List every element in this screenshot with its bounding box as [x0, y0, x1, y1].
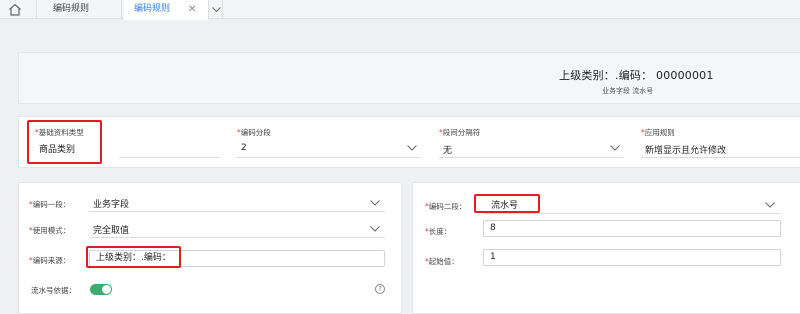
tab-code-rule-active[interactable]: 编码规则 ✕ — [124, 0, 208, 20]
usage-mode-select[interactable]: 完全取值 — [93, 223, 129, 236]
start-value-input[interactable]: 1 — [483, 249, 781, 266]
start-value-label: *起始值： — [425, 257, 459, 266]
segment-one-select[interactable]: 业务字段 — [93, 197, 129, 210]
apply-rule-underline — [641, 157, 800, 158]
highlight-base-type — [27, 120, 102, 164]
chevron-down-icon[interactable] — [610, 145, 620, 151]
separator-underline — [439, 157, 623, 158]
tab-label: 编码规则 — [134, 4, 171, 14]
serial-basis-label: 流水号依据： — [31, 286, 76, 295]
chevron-down-icon[interactable] — [370, 200, 380, 206]
segment-count-underline — [237, 157, 421, 158]
toggle-knob — [102, 285, 111, 294]
tab-bar: 编码规则 编码规则 ✕ — [0, 0, 800, 20]
segment-one-underline — [89, 211, 385, 212]
length-label: *长度： — [425, 227, 452, 236]
code-preview-legend: 业务字段 流水号 — [602, 87, 654, 95]
serial-basis-toggle[interactable] — [90, 284, 112, 295]
segment-two-label: *编码二段： — [425, 202, 467, 211]
base-type-underline — [119, 157, 219, 158]
code-source-label: *编码来源： — [29, 256, 71, 265]
chevron-down-icon[interactable] — [765, 202, 775, 208]
highlight-code-source — [86, 246, 181, 268]
chevron-down-icon[interactable] — [370, 226, 380, 232]
chevron-down-icon — [212, 7, 221, 12]
help-icon[interactable]: ? — [375, 284, 385, 294]
highlight-segment-two — [474, 194, 540, 213]
segment-two-underline — [483, 213, 781, 214]
separator-label: *段间分隔符 — [439, 128, 481, 137]
usage-mode-label: *使用模式： — [29, 226, 71, 235]
tab-code-rule[interactable]: 编码规则 — [36, 0, 122, 19]
segment-count-label: *编码分段 — [237, 128, 271, 137]
code-preview-panel: 上级类别：.编码： 00000001 业务字段 流水号 — [18, 52, 800, 104]
tab-list-dropdown[interactable] — [208, 0, 223, 19]
code-preview-text: 上级类别：.编码： 00000001 — [559, 69, 714, 82]
chevron-down-icon[interactable] — [407, 145, 417, 151]
apply-rule-label: *应用规则 — [641, 128, 675, 137]
segment-one-panel: *编码一段： 业务字段 *使用模式： 完全取值 *编码来源： 上级类别：.编码：… — [18, 182, 402, 314]
segment-one-label: *编码一段： — [29, 200, 71, 209]
close-icon[interactable]: ✕ — [188, 0, 196, 19]
separator-select[interactable]: 无 — [443, 143, 452, 156]
home-icon[interactable] — [8, 3, 22, 16]
length-input[interactable]: 8 — [483, 220, 781, 237]
segment-count-select[interactable]: 2 — [241, 143, 247, 153]
apply-rule-select[interactable]: 新增显示且允许修改 — [645, 143, 726, 156]
segment-two-panel: *编码二段： 流水号 *长度： 8 *起始值： 1 — [412, 182, 800, 314]
usage-mode-underline — [89, 237, 385, 238]
rule-settings-row: *基础资料类型 商品类别 *编码分段 2 *段间分隔符 无 *应用规则 新增显示… — [18, 116, 800, 168]
